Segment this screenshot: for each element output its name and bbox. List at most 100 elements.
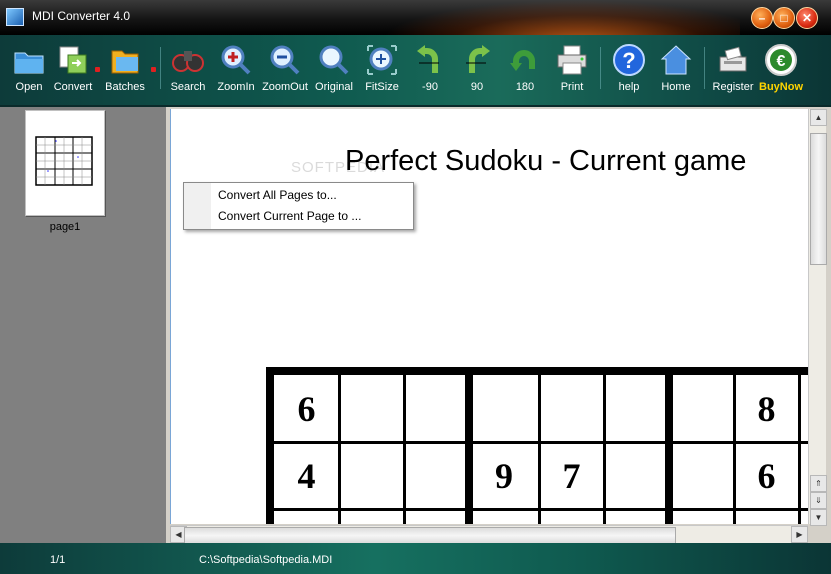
document-page[interactable]: SOFTPEDIA Perfect Sudoku - Current game … — [170, 109, 808, 524]
open-button[interactable]: Open — [9, 41, 49, 99]
sudoku-grid: 68497678 — [266, 367, 808, 524]
sudoku-cell — [274, 509, 339, 524]
register-label: Register — [712, 81, 754, 93]
register-icon — [716, 43, 750, 77]
horizontal-scroll-thumb[interactable] — [184, 527, 676, 544]
euro-icon: € — [764, 43, 798, 77]
print-button[interactable]: Print — [553, 41, 591, 99]
title-bar-glow — [380, 0, 740, 35]
open-label: Open — [15, 81, 43, 93]
rotate-right-icon — [460, 43, 494, 77]
thumbnail-panel: page1 — [0, 107, 166, 543]
sudoku-cell: 6 — [297, 388, 316, 429]
batches-dropdown-arrow[interactable] — [151, 67, 156, 72]
sudoku-cell: 6 — [757, 455, 776, 496]
sudoku-cell — [604, 375, 669, 442]
app-icon[interactable] — [6, 8, 24, 26]
sudoku-cell — [339, 375, 404, 442]
toolbar-separator — [704, 47, 705, 89]
sudoku-cell — [539, 375, 604, 442]
sudoku-cell — [539, 509, 604, 524]
rotate-right-button[interactable]: 90 — [459, 41, 495, 99]
document-title: Perfect Sudoku - Current game — [345, 145, 747, 177]
help-button[interactable]: ? help — [610, 41, 648, 99]
search-label: Search — [170, 81, 206, 93]
fit-size-label: FitSize — [365, 81, 399, 93]
sudoku-cell — [339, 509, 404, 524]
toolbar-separator — [160, 47, 161, 89]
sudoku-cell — [669, 509, 734, 524]
fit-size-icon — [365, 43, 399, 77]
convert-label: Convert — [53, 81, 93, 93]
menu-item-convert-all-pages[interactable]: Convert All Pages to... — [218, 188, 337, 202]
sudoku-cell — [669, 375, 734, 442]
maximize-button[interactable]: □ — [773, 7, 795, 29]
sudoku-cell: 7 — [562, 455, 581, 496]
print-label: Print — [560, 81, 584, 93]
zoom-out-button[interactable]: ZoomOut — [262, 41, 308, 99]
zoom-original-icon — [317, 43, 351, 77]
page-down-button[interactable]: ⇓ — [810, 492, 827, 509]
convert-button[interactable]: Convert — [52, 41, 94, 99]
buynow-button[interactable]: € BuyNow — [758, 41, 804, 99]
home-icon — [659, 43, 693, 77]
sudoku-cell — [734, 509, 799, 524]
scroll-up-button[interactable]: ▲ — [810, 109, 827, 126]
vertical-scroll-thumb[interactable] — [810, 133, 827, 265]
rotate-180-button[interactable]: 180 — [506, 41, 544, 99]
thumbnail-preview — [35, 136, 93, 186]
sudoku-cell: 8 — [469, 509, 539, 525]
menu-icon-strip — [184, 183, 211, 229]
batches-button[interactable]: Batches — [103, 41, 147, 99]
original-size-button[interactable]: Original — [313, 41, 355, 99]
toolbar-separator — [600, 47, 601, 89]
printer-icon — [555, 43, 589, 77]
sudoku-cell: 9 — [495, 455, 513, 496]
binoculars-icon — [171, 43, 205, 77]
search-button[interactable]: Search — [168, 41, 208, 99]
sudoku-cell — [604, 442, 669, 509]
sudoku-cell: 8 — [757, 388, 776, 429]
title-bar: MDI Converter 4.0 – □ ✕ — [0, 0, 831, 35]
minimize-button[interactable]: – — [751, 7, 773, 29]
svg-text:?: ? — [622, 48, 635, 73]
home-label: Home — [661, 81, 691, 93]
scroll-down-button[interactable]: ▼ — [810, 509, 827, 526]
help-icon: ? — [612, 43, 646, 77]
sudoku-cell — [669, 442, 734, 509]
document-viewer: SOFTPEDIA Perfect Sudoku - Current game … — [166, 107, 831, 544]
register-button[interactable]: Register — [710, 41, 756, 99]
sudoku-cell — [469, 375, 539, 442]
thumbnail-label: page1 — [49, 221, 81, 233]
page-thumbnail[interactable] — [25, 110, 105, 216]
sudoku-cell — [404, 442, 469, 509]
page-up-button[interactable]: ⇑ — [810, 475, 827, 492]
menu-item-convert-current-page[interactable]: Convert Current Page to ... — [218, 209, 361, 223]
fit-size-button[interactable]: FitSize — [362, 41, 402, 99]
sudoku-cell — [339, 442, 404, 509]
sudoku-cell — [604, 509, 669, 524]
rotate-left-label: -90 — [422, 81, 438, 93]
svg-text:€: € — [777, 53, 786, 70]
file-path: C:\Softpedia\Softpedia.MDI — [199, 554, 333, 566]
convert-icon — [56, 43, 90, 77]
scroll-right-button[interactable]: ▶ — [791, 526, 808, 543]
folder-open-icon — [12, 43, 46, 77]
horizontal-scrollbar[interactable]: ◀ ▶ — [170, 525, 808, 544]
sudoku-cell — [404, 375, 469, 442]
close-button[interactable]: ✕ — [796, 7, 818, 29]
toolbar: Open Convert Batches Search ZoomIn ZoomO… — [0, 35, 831, 107]
zoom-in-icon — [219, 43, 253, 77]
rotate-180-icon — [508, 43, 542, 77]
vertical-scrollbar[interactable]: ▲ ⇑ ⇓ ▼ — [808, 109, 827, 526]
zoom-in-label: ZoomIn — [217, 81, 255, 93]
rotate-left-button[interactable]: -90 — [412, 41, 448, 99]
home-button[interactable]: Home — [657, 41, 695, 99]
original-label: Original — [315, 81, 353, 93]
buynow-label: BuyNow — [759, 81, 803, 93]
sudoku-cell: 7 — [404, 509, 469, 525]
batches-icon — [108, 43, 142, 77]
convert-dropdown-arrow[interactable] — [95, 67, 100, 72]
page-count: 1/1 — [50, 554, 66, 566]
zoom-in-button[interactable]: ZoomIn — [216, 41, 256, 99]
